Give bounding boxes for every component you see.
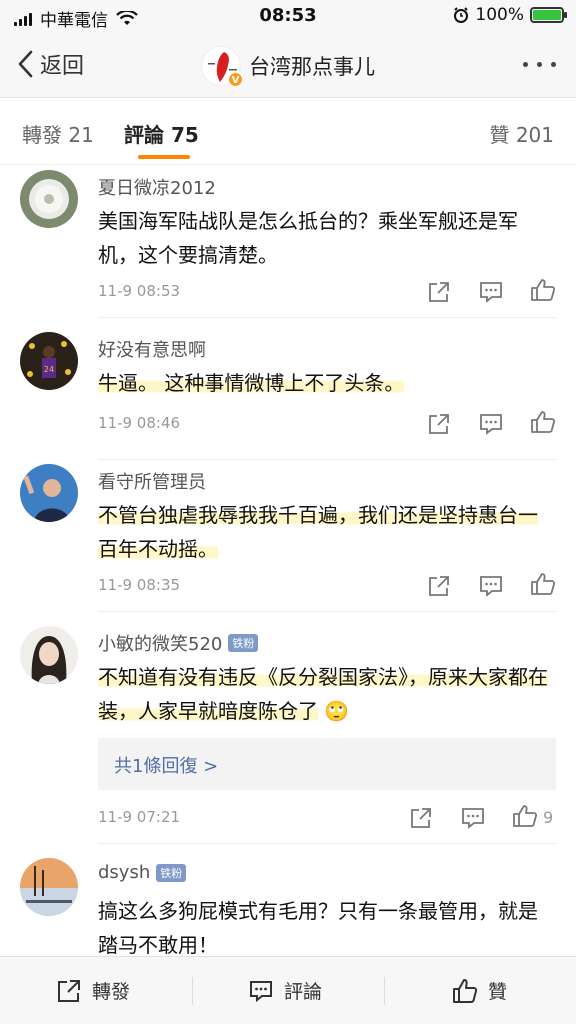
- comment-text: 搞这么多狗屁模式有毛用？只有一条最管用，就是踏马不敢用！: [98, 899, 538, 956]
- comment-icon: [480, 414, 502, 435]
- comment-icon: [250, 980, 272, 1002]
- thumbs-up-icon: [531, 411, 556, 433]
- sunset-avatar-icon: [20, 858, 78, 916]
- comment-text: 不知道有没有违反《反分裂国家法》，原来大家都在装，人家早就暗度陈仓了 🙄: [98, 660, 550, 728]
- comment-text: 美国海军陆战队是怎么抵台的？乘坐军舰还是军机，这个要搞清楚。: [98, 209, 518, 267]
- battery-icon: [530, 7, 567, 23]
- highlighted-text: 不管台独虐我辱我我千百遍，我们还是坚持惠台一百年不动摇。: [98, 503, 538, 561]
- svg-text:24: 24: [44, 365, 54, 374]
- comment-icon: [462, 808, 484, 829]
- comment-button[interactable]: 評論: [248, 977, 322, 1004]
- reply-button[interactable]: [478, 280, 504, 304]
- reply-button[interactable]: [478, 574, 504, 598]
- username[interactable]: 夏日微凉2012: [98, 174, 216, 200]
- like-button[interactable]: [530, 572, 556, 596]
- share-button[interactable]: [426, 574, 452, 598]
- thumbs-up-icon: [453, 978, 478, 1003]
- username[interactable]: 看守所管理员: [98, 468, 206, 494]
- status-bar: 中華電信 08:53 100%: [0, 0, 576, 32]
- share-icon: [58, 979, 80, 1002]
- share-button[interactable]: [408, 806, 434, 830]
- verified-badge: V: [228, 72, 243, 87]
- like-button[interactable]: [530, 278, 556, 302]
- like-count: 9: [543, 808, 554, 827]
- thumbs-up-icon: [531, 573, 556, 595]
- comment-item: 24 好没有意思啊 牛逼。 这种事情微博上不了头条。 11-9 08:46: [0, 318, 576, 460]
- comment-item: 小敏的微笑520 铁粉 不知道有没有违反《反分裂国家法》，原来大家都在装，人家早…: [0, 612, 576, 844]
- status-right: 100%: [453, 5, 567, 25]
- highlighted-text: 不知道有没有违反《反分裂国家法》，原来大家都在装，人家早就暗度陈仓了: [98, 665, 548, 723]
- rolling-eyes-emoji: 🙄: [324, 699, 350, 723]
- tab-bar: 轉發 21 評論 75 贊 201: [0, 99, 576, 165]
- comment-item: 夏日微凉2012 美国海军陆战队是怎么抵台的？乘坐军舰还是军机，这个要搞清楚。 …: [0, 166, 576, 318]
- username[interactable]: 小敏的微笑520: [98, 630, 222, 656]
- reply-button[interactable]: [478, 412, 504, 436]
- thumbs-up-icon: [513, 805, 538, 827]
- tab-likes[interactable]: 贊 201: [489, 119, 554, 148]
- dot-icon: [551, 62, 556, 67]
- repost-button[interactable]: 轉發: [56, 977, 130, 1004]
- share-button[interactable]: [426, 280, 452, 304]
- more-options-button[interactable]: [523, 62, 556, 67]
- comment-author: 夏日微凉2012: [98, 174, 216, 200]
- comment-time: 11-9 07:21: [98, 808, 181, 826]
- tab-repost[interactable]: 轉發 21: [22, 119, 94, 148]
- like-button[interactable]: [530, 410, 556, 434]
- fan-badge: 铁粉: [228, 634, 259, 652]
- comment-time: 11-9 08:46: [98, 414, 181, 432]
- repost-label: 轉發: [92, 981, 131, 1003]
- nav-bar: 返回 V 台湾那点事儿: [0, 32, 576, 98]
- share-icon: [411, 808, 431, 828]
- page-title: 台湾那点事儿: [249, 55, 375, 79]
- comment-item: 看守所管理员 不管台独虐我辱我我千百遍，我们还是坚持惠台一百年不动摇。 11-9…: [0, 460, 576, 612]
- nav-center: V 台湾那点事儿: [0, 46, 576, 87]
- avatar[interactable]: [20, 464, 78, 522]
- reply-button[interactable]: [460, 806, 486, 830]
- tab-comments[interactable]: 評論 75: [124, 119, 199, 148]
- comment-author: dsysh 铁粉: [98, 862, 187, 883]
- separator: [192, 977, 193, 1005]
- username[interactable]: dsysh: [98, 862, 150, 883]
- account-avatar[interactable]: V: [201, 46, 243, 87]
- thumbs-up-icon: [531, 279, 556, 301]
- fan-badge: 铁粉: [156, 863, 187, 882]
- comment-author: 看守所管理员: [98, 468, 206, 494]
- highlighted-text: 牛逼。 这种事情微博上不了头条。: [98, 371, 405, 395]
- separator: [384, 977, 385, 1005]
- avatar[interactable]: [20, 858, 78, 916]
- like-button[interactable]: [512, 804, 538, 828]
- basketball-avatar-icon: 24: [20, 332, 78, 390]
- comment-icon: [480, 282, 502, 303]
- share-icon: [429, 282, 449, 302]
- person-avatar-icon: [20, 464, 78, 522]
- dot-icon: [523, 62, 528, 67]
- dot-icon: [537, 62, 542, 67]
- replies-link-label: 共1條回復 >: [114, 756, 219, 777]
- battery-percent: 100%: [475, 5, 524, 25]
- comment-time: 11-9 08:35: [98, 576, 181, 594]
- replies-link[interactable]: 共1條回復 >: [98, 738, 556, 790]
- comment-label: 評論: [284, 981, 323, 1003]
- comment-text: 不管台独虐我辱我我千百遍，我们还是坚持惠台一百年不动摇。: [98, 498, 550, 566]
- comment-item: dsysh 铁粉 搞这么多狗屁模式有毛用？只有一条最管用，就是踏马不敢用！: [0, 844, 576, 956]
- avatar[interactable]: [20, 626, 78, 684]
- share-button[interactable]: [426, 412, 452, 436]
- bottom-action-bar: 轉發 評論 贊: [0, 956, 576, 1024]
- comment-author: 小敏的微笑520 铁粉: [98, 630, 259, 656]
- share-icon: [429, 414, 449, 434]
- comment-text: 牛逼。 这种事情微博上不了头条。: [98, 366, 550, 400]
- like-button[interactable]: 贊: [452, 977, 507, 1004]
- comment-time: 11-9 08:53: [98, 282, 181, 300]
- avatar[interactable]: [20, 170, 78, 228]
- comment-icon: [480, 576, 502, 597]
- alarm-icon: [454, 7, 469, 23]
- avatar[interactable]: 24: [20, 332, 78, 390]
- dandelion-avatar-icon: [20, 170, 78, 228]
- like-label: 贊: [488, 981, 508, 1003]
- comment-author: 好没有意思啊: [98, 336, 206, 362]
- woman-avatar-icon: [20, 626, 78, 684]
- share-icon: [429, 576, 449, 596]
- tab-indicator: [138, 155, 190, 159]
- username[interactable]: 好没有意思啊: [98, 336, 206, 362]
